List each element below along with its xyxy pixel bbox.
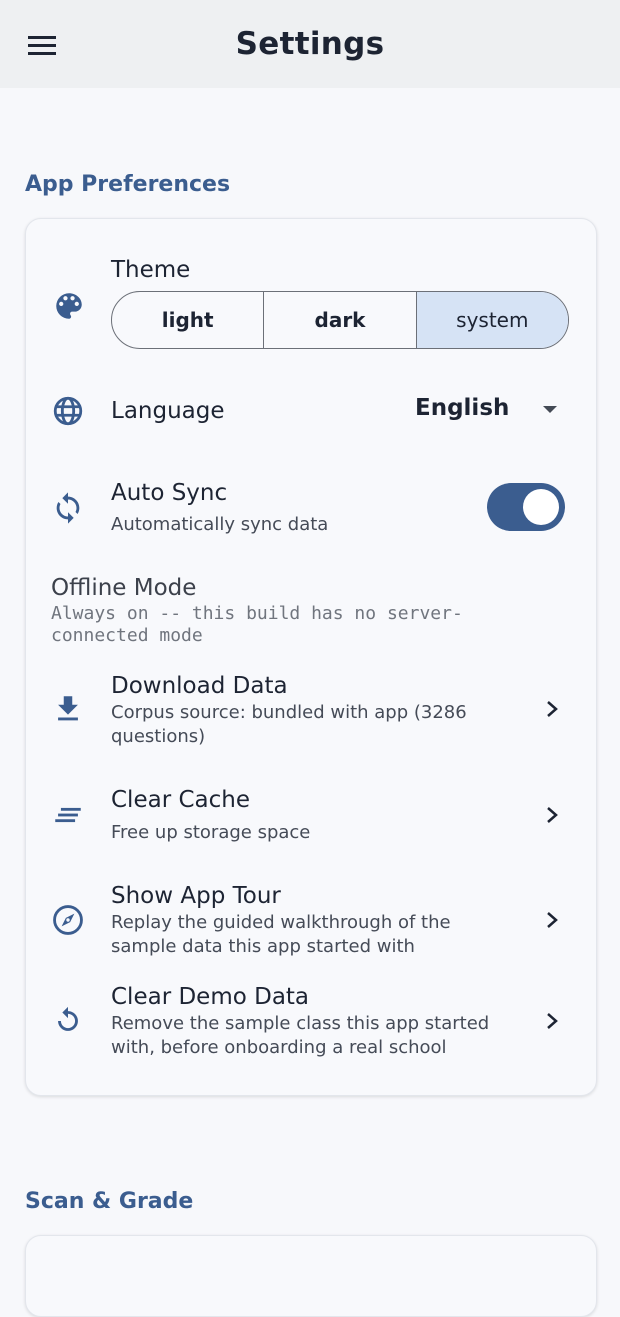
clear-demo-subtitle: Remove the sample class this app started… (111, 1013, 490, 1058)
auto-sync-toggle[interactable] (487, 483, 565, 531)
app-tour-subtitle: Replay the guided walkthrough of the sam… (111, 912, 451, 957)
language-select[interactable]: English (415, 395, 509, 421)
download-data-title: Download Data (111, 673, 288, 699)
language-label: Language (111, 398, 225, 424)
dropdown-arrow-icon[interactable] (543, 406, 557, 413)
theme-option-light[interactable]: light (112, 292, 263, 348)
app-preferences-card: Theme light dark system Language English… (25, 218, 597, 1096)
section-title-app-preferences: App Preferences (25, 172, 231, 197)
chevron-right-icon[interactable] (543, 697, 561, 721)
restart-icon (58, 1006, 78, 1031)
download-icon (58, 696, 78, 721)
clear-cache-subtitle: Free up storage space (111, 822, 311, 843)
offline-mode-subtitle: Always on -- this build has no server-co… (51, 603, 463, 646)
clear-demo-title: Clear Demo Data (111, 984, 310, 1010)
app-tour-title: Show App Tour (111, 883, 281, 909)
palette-icon (56, 293, 82, 319)
auto-sync-subtitle: Automatically sync data (111, 514, 329, 535)
page-title: Settings (235, 26, 385, 62)
chevron-right-icon[interactable] (543, 1009, 561, 1033)
app-bar: Settings (0, 0, 620, 88)
clear-lines-icon (55, 807, 81, 823)
section-title-scan-grade: Scan & Grade (25, 1189, 194, 1214)
clear-cache-title: Clear Cache (111, 787, 250, 813)
download-data-subtitle: Corpus source: bundled with app (3286 qu… (111, 702, 467, 747)
scan-grade-card (25, 1235, 597, 1317)
chevron-right-icon[interactable] (543, 908, 561, 932)
theme-segmented-control: light dark system (111, 291, 569, 349)
theme-option-dark[interactable]: dark (263, 292, 415, 348)
theme-option-system[interactable]: system (415, 292, 568, 348)
globe-icon (53, 396, 83, 426)
theme-label: Theme (111, 257, 191, 283)
toggle-knob (523, 489, 559, 525)
auto-sync-title: Auto Sync (111, 480, 228, 506)
offline-mode-title: Offline Mode (51, 575, 197, 601)
sync-icon (56, 492, 80, 524)
compass-icon (53, 905, 83, 935)
chevron-right-icon[interactable] (543, 803, 561, 827)
